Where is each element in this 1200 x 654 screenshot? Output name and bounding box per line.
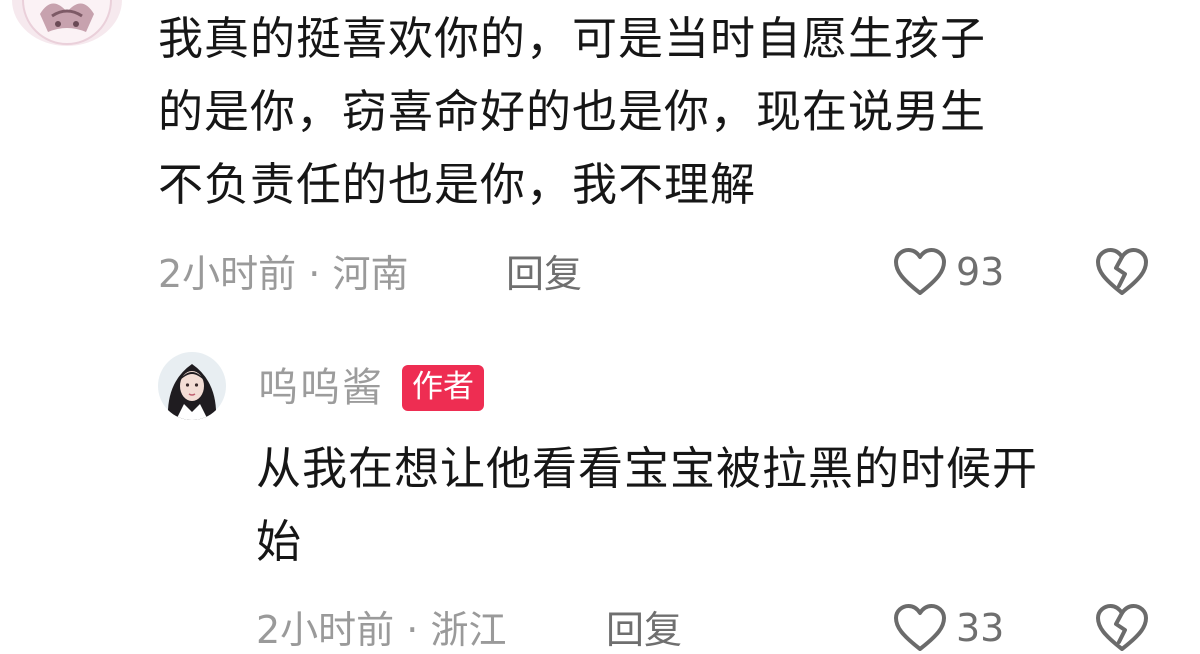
comment-line: 始 <box>256 515 303 568</box>
broken-heart-icon <box>1096 248 1148 295</box>
avatar-icon <box>158 352 226 420</box>
comment-text: 我真的挺喜欢你的，可是当时自愿生孩子 的是你，窃喜命好的也是你，现在说男生 不负… <box>158 2 1158 221</box>
author-row: 呜呜酱 作者 <box>258 360 484 416</box>
meta-separator: · <box>308 252 321 296</box>
avatar-icon <box>12 0 122 46</box>
commenter-avatar[interactable] <box>12 0 122 46</box>
like-count: 33 <box>956 606 1005 650</box>
comment-line: 的是你，窃喜命好的也是你，现在说男生 <box>158 85 987 138</box>
comment-location: 河南 <box>332 252 409 296</box>
comment-line: 我真的挺喜欢你的，可是当时自愿生孩子 <box>158 12 987 65</box>
comment-location: 浙江 <box>430 608 507 652</box>
comment-meta: 2小时前 · 河南 <box>158 250 408 298</box>
reply-text: 从我在想让他看看宝宝被拉黑的时候开 始 <box>256 432 1176 578</box>
comment-line: 从我在想让他看看宝宝被拉黑的时候开 <box>256 442 1039 495</box>
meta-separator: · <box>406 608 419 652</box>
reply-button[interactable]: 回复 <box>606 606 682 654</box>
comment-time: 2小时前 <box>158 252 297 296</box>
like-count: 93 <box>956 250 1005 294</box>
broken-heart-icon <box>1096 604 1148 651</box>
comment-time: 2小时前 <box>256 608 395 652</box>
author-badge: 作者 <box>402 365 484 411</box>
comment-line: 不负责任的也是你，我不理解 <box>158 158 757 211</box>
username[interactable]: 呜呜酱 <box>258 363 384 413</box>
comment-list: 我真的挺喜欢你的，可是当时自愿生孩子 的是你，窃喜命好的也是你，现在说男生 不负… <box>0 0 1200 654</box>
author-avatar[interactable] <box>158 352 226 420</box>
heart-icon <box>894 604 946 651</box>
like-button[interactable]: 93 <box>892 246 1004 298</box>
heart-icon <box>894 248 946 295</box>
dislike-button[interactable] <box>1094 246 1150 298</box>
dislike-button[interactable] <box>1094 602 1150 654</box>
comment-meta: 2小时前 · 浙江 <box>256 606 506 654</box>
like-button[interactable]: 33 <box>892 602 1004 654</box>
reply-button[interactable]: 回复 <box>506 250 582 298</box>
